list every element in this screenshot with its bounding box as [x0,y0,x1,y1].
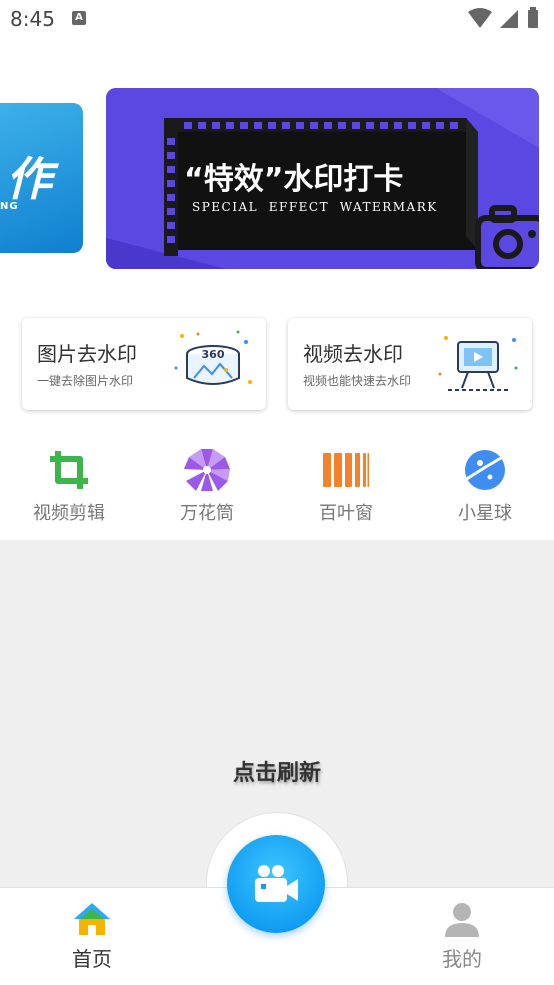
status-time: 8:45 [10,7,55,31]
crop-icon [50,451,88,489]
planet-icon [464,450,507,490]
user-icon [445,903,479,937]
refresh-button[interactable]: 点击刷新 [0,755,554,787]
wifi-icon [468,8,492,28]
tool-video-edit[interactable]: 视频剪辑 [0,445,138,525]
banner-carousel[interactable]: 作 NG “特效”水印打卡 SPECIAL EFFECT WATERMARK [0,85,554,275]
status-icons [468,7,538,28]
battery-icon [528,10,538,28]
card-badge: 360 [202,348,225,361]
video-screen-icon [438,336,518,391]
image-360-icon: 360 [174,330,252,385]
tool-label: 万花筒 [180,503,234,524]
video-watermark-card[interactable]: 视频去水印 视频也能快速去水印 [288,318,532,410]
blinds-icon [323,453,369,487]
card-subtitle: 一键去除图片水印 [37,374,134,388]
banner-slide-previous[interactable]: 作 NG [0,103,83,253]
tool-label: 百叶窗 [319,503,373,524]
card-title: 视频去水印 [303,342,403,366]
banner-title: “特效”水印打卡 [184,162,404,197]
tool-label: 视频剪辑 [33,503,105,524]
nav-home[interactable]: 首页 [42,895,142,975]
image-watermark-card[interactable]: 图片去水印 一键去除图片水印 360 [22,318,266,410]
banner-subtitle: SPECIAL EFFECT WATERMARK [192,200,438,214]
video-camera-icon [255,865,298,902]
nav-mine[interactable]: 我的 [412,895,512,975]
home-icon [74,903,110,935]
card-title: 图片去水印 [37,342,137,366]
tool-blinds[interactable]: 百叶窗 [277,445,415,525]
card-subtitle: 视频也能快速去水印 [303,374,412,388]
banner-slide-watermark[interactable]: “特效”水印打卡 SPECIAL EFFECT WATERMARK [106,88,539,269]
tool-label: 小星球 [458,503,512,524]
status-bar: 8:45 A [0,0,554,40]
record-video-button[interactable] [227,835,325,933]
banner-prev-subtext: NG [0,201,19,212]
tool-kaleidoscope[interactable]: 万花筒 [138,445,276,525]
signal-icon [500,10,518,28]
tool-little-planet[interactable]: 小星球 [416,445,554,525]
kaleidoscope-icon [184,449,230,491]
banner-prev-text: 作 [6,152,52,206]
nav-label: 我的 [442,947,482,971]
notification-icon: A [72,11,86,25]
nav-label: 首页 [72,947,112,971]
